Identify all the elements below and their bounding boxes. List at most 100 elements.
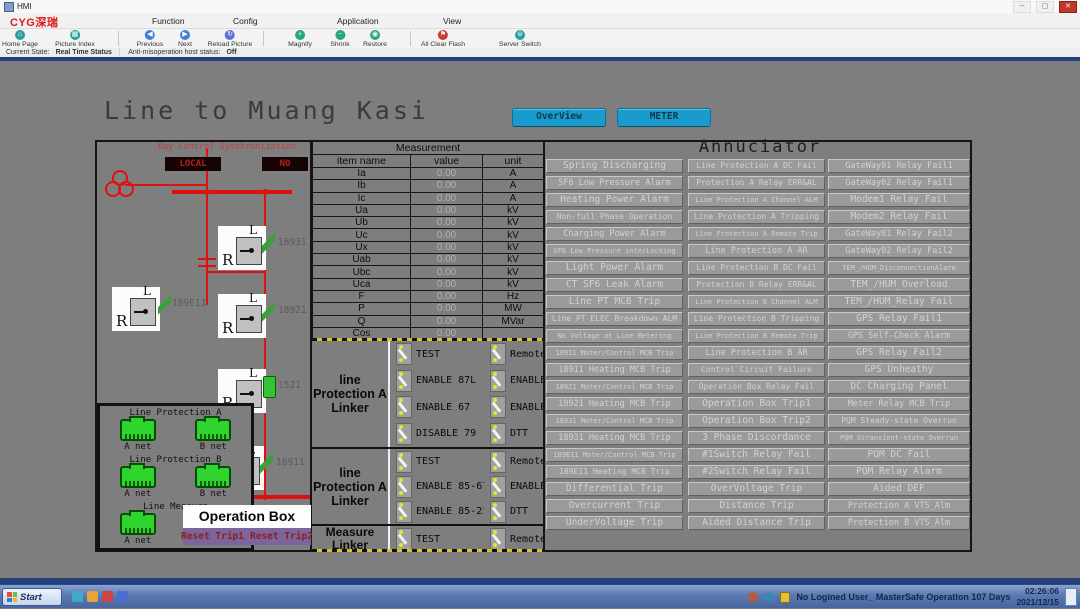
annunciator-tile[interactable]: Non-full Phase Operation xyxy=(546,210,683,224)
breaker-18931[interactable]: RL xyxy=(218,226,266,270)
annunciator-tile[interactable]: CT SF6 Leak Alarm xyxy=(546,278,683,292)
annunciator-tile[interactable]: GateWay02 Relay Fail1 xyxy=(828,176,970,190)
tray-icon[interactable] xyxy=(764,592,774,602)
toolbar-magnify-button[interactable]: +Magnify xyxy=(288,30,312,48)
linker-switch-icon[interactable] xyxy=(396,451,412,473)
annunciator-tile[interactable]: GateWay01 Relay Fail1 xyxy=(828,159,970,173)
linker-switch-icon[interactable] xyxy=(396,396,412,418)
meter-button[interactable]: METER xyxy=(617,108,711,127)
annunciator-tile[interactable]: Line PT MCB Trip xyxy=(546,295,683,309)
tray-icon[interactable] xyxy=(748,592,758,602)
annunciator-tile[interactable]: Line Protection A Channel ALM xyxy=(688,193,825,207)
annunciator-tile[interactable]: 189E11 Moter/Control MCB Trip xyxy=(546,448,683,462)
linker-switch-icon[interactable] xyxy=(490,423,506,445)
annunciator-tile[interactable]: GPS Relay Fail2 xyxy=(828,346,970,360)
breaker-18921[interactable]: RL xyxy=(218,294,266,338)
annunciator-tile[interactable]: SF6 Low Pressure Alarm xyxy=(546,176,683,190)
minimize-button[interactable]: ─ xyxy=(1013,1,1031,13)
quick-launch-icon[interactable] xyxy=(102,591,113,602)
annunciator-tile[interactable]: 189E11 Heating MCB Trip xyxy=(546,465,683,479)
annunciator-tile[interactable]: PQM Relay Alarm xyxy=(828,465,970,479)
quick-launch-icon[interactable] xyxy=(117,591,128,602)
annunciator-tile[interactable]: Operation Box Trip2 xyxy=(688,414,825,428)
linker-switch-icon[interactable] xyxy=(396,370,412,392)
annunciator-tile[interactable]: Protection A Relay ERR&AL xyxy=(688,176,825,190)
annunciator-tile[interactable]: Modem1 Relay Fail xyxy=(828,193,970,207)
maximize-button[interactable]: ▢ xyxy=(1036,1,1054,13)
annunciator-tile[interactable]: Line Protection A Remote Trip xyxy=(688,227,825,241)
toolbar-next-button[interactable]: ▶Next xyxy=(178,30,192,48)
menu-application[interactable]: Application xyxy=(337,16,379,26)
annunciator-tile[interactable]: #1Switch Relay Fail xyxy=(688,448,825,462)
menu-view[interactable]: View xyxy=(443,16,461,26)
annunciator-tile[interactable]: Line Protection A DC Fail xyxy=(688,159,825,173)
start-button[interactable]: Start xyxy=(2,588,62,606)
annunciator-tile[interactable]: Line Protection B DC Fail xyxy=(688,261,825,275)
annunciator-tile[interactable]: TEM_/HUM_DisconnectionAlarm xyxy=(828,261,970,275)
annunciator-tile[interactable]: Distance Trip xyxy=(688,499,825,513)
annunciator-tile[interactable]: PQM Steady-state Overrun xyxy=(828,414,970,428)
annunciator-tile[interactable]: Light Power Alarm xyxy=(546,261,683,275)
annunciator-tile[interactable]: Line Protection A AR xyxy=(688,244,825,258)
annunciator-tile[interactable]: Aided Distance Trip xyxy=(688,516,825,530)
annunciator-tile[interactable]: Line Protection B AR xyxy=(688,346,825,360)
linker-switch-icon[interactable] xyxy=(396,501,412,523)
annunciator-tile[interactable]: Operation Box Trip1 xyxy=(688,397,825,411)
annunciator-tile[interactable]: Line PT ELEC Breakdown ALM xyxy=(546,312,683,326)
annunciator-tile[interactable]: Charging Power Alarm xyxy=(546,227,683,241)
annunciator-tile[interactable]: OverVoltage Trip xyxy=(688,482,825,496)
annunciator-tile[interactable]: Line Protection B Remote Trip xyxy=(688,329,825,343)
annunciator-tile[interactable]: PQM DC Fail xyxy=(828,448,970,462)
close-button[interactable]: ✕ xyxy=(1059,1,1077,13)
linker-switch-icon[interactable] xyxy=(396,528,412,550)
annunciator-tile[interactable]: Protection B VTS_Alm xyxy=(828,516,970,530)
annunciator-tile[interactable]: Differential Trip xyxy=(546,482,683,496)
annunciator-tile[interactable]: TEM_/HUM_Relay Fail xyxy=(828,295,970,309)
linker-switch-icon[interactable] xyxy=(490,501,506,523)
toolbar-shrink-button[interactable]: −Shrink xyxy=(330,30,349,48)
annunciator-tile[interactable]: Meter Relay MCB Trip xyxy=(828,397,970,411)
annunciator-tile[interactable]: DC Charging Panel xyxy=(828,380,970,394)
annunciator-tile[interactable]: No Voltage at Line Metering xyxy=(546,329,683,343)
annunciator-tile[interactable]: Heating Power Alarm xyxy=(546,193,683,207)
annunciator-tile[interactable]: Overcurrent Trip xyxy=(546,499,683,513)
annunciator-tile[interactable]: SF6 Low Pressure interLocking xyxy=(546,244,683,258)
linker-switch-icon[interactable] xyxy=(490,343,506,365)
toolbar-restore-button[interactable]: ◉Restore xyxy=(363,30,387,48)
annunciator-tile[interactable]: 18921 Heating MCB Trip xyxy=(546,397,683,411)
annunciator-tile[interactable]: PQM Stransient-state Overrun xyxy=(828,431,970,445)
annunciator-tile[interactable]: Modem2 Relay Fail xyxy=(828,210,970,224)
linker-switch-icon[interactable] xyxy=(396,476,412,498)
linker-switch-icon[interactable] xyxy=(396,343,412,365)
linker-switch-icon[interactable] xyxy=(490,476,506,498)
annunciator-tile[interactable]: Control Circuit Failure xyxy=(688,363,825,377)
toolbar-all-clear-flash-button[interactable]: ⚑All Clear Flash xyxy=(421,30,465,48)
menu-config[interactable]: Config xyxy=(233,16,258,26)
annunciator-tile[interactable]: GPS Relay Fail1 xyxy=(828,312,970,326)
reset-trip2-button[interactable]: Reset Trip2 xyxy=(250,531,313,542)
annunciator-tile[interactable]: Spring Discharging xyxy=(546,159,683,173)
linker-switch-icon[interactable] xyxy=(490,528,506,550)
annunciator-tile[interactable]: GateWay02 Relay Fail2 xyxy=(828,244,970,258)
linker-switch-icon[interactable] xyxy=(396,423,412,445)
annunciator-tile[interactable]: Line Protection B Channel ALM xyxy=(688,295,825,309)
annunciator-tile[interactable]: UnderVoltage Trip xyxy=(546,516,683,530)
annunciator-tile[interactable]: Operation Box Relay Fail xyxy=(688,380,825,394)
annunciator-tile[interactable]: TEM_/HUM_Overload xyxy=(828,278,970,292)
reset-trip1-button[interactable]: Reset Trip1 xyxy=(181,531,244,542)
annunciator-tile[interactable]: 18931 Heating MCB Trip xyxy=(546,431,683,445)
annunciator-tile[interactable]: 18921 Moter/Control MCB Trip xyxy=(546,380,683,394)
annunciator-tile[interactable]: GateWay01 Relay Fail2 xyxy=(828,227,970,241)
menu-function[interactable]: Function xyxy=(152,16,185,26)
annunciator-tile[interactable]: Protection A VTS_Alm xyxy=(828,499,970,513)
annunciator-tile[interactable]: GPS Self-Check Alarm xyxy=(828,329,970,343)
breaker-189E11[interactable]: RL xyxy=(112,287,160,331)
annunciator-tile[interactable]: Protection B Relay ERR&AL xyxy=(688,278,825,292)
linker-switch-icon[interactable] xyxy=(490,370,506,392)
annunciator-tile[interactable]: 18911 Heating MCB Trip xyxy=(546,363,683,377)
annunciator-tile[interactable]: Line Protection B Tripping xyxy=(688,312,825,326)
annunciator-tile[interactable]: 18931 Moter/Control MCB Trip xyxy=(546,414,683,428)
annunciator-tile[interactable]: Aided DEF xyxy=(828,482,970,496)
toolbar-picture-index-button[interactable]: ▦Picture Index xyxy=(55,30,95,48)
quick-launch-icon[interactable] xyxy=(72,591,83,602)
